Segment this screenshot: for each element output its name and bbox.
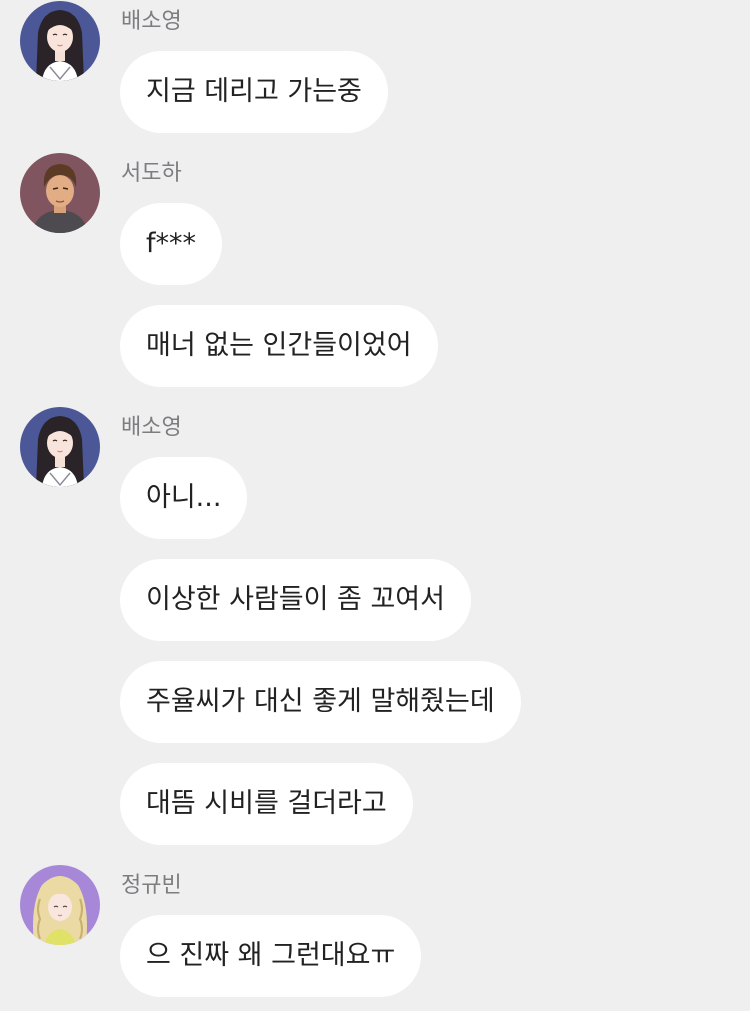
avatar-bae-soyoung-icon[interactable] bbox=[20, 1, 100, 81]
message-bubble[interactable]: 주율씨가 대신 좋게 말해줬는데 bbox=[120, 661, 521, 743]
message-bubble[interactable]: f*** bbox=[120, 203, 223, 285]
message-bubble[interactable]: 으 진짜 왜 그런대요ㅠ bbox=[120, 915, 422, 997]
avatar-seo-doha-icon[interactable] bbox=[20, 153, 100, 233]
sender-name: 배소영 bbox=[121, 415, 182, 440]
sender-name: 배소영 bbox=[121, 9, 182, 34]
message-bubble[interactable]: 매너 없는 인간들이었어 bbox=[120, 305, 438, 387]
avatar-jung-gyubin-icon[interactable] bbox=[20, 865, 100, 945]
message-bubble[interactable]: 아니... bbox=[120, 457, 248, 539]
sender-name: 정규빈 bbox=[121, 873, 182, 898]
message-bubble[interactable]: 대뜸 시비를 걸더라고 bbox=[120, 763, 413, 845]
message-bubble[interactable]: 지금 데리고 가는중 bbox=[120, 51, 388, 133]
sender-name: 서도하 bbox=[121, 161, 182, 186]
message-bubble[interactable]: 이상한 사람들이 좀 꼬여서 bbox=[120, 559, 471, 641]
avatar-bae-soyoung-icon[interactable] bbox=[20, 407, 100, 487]
